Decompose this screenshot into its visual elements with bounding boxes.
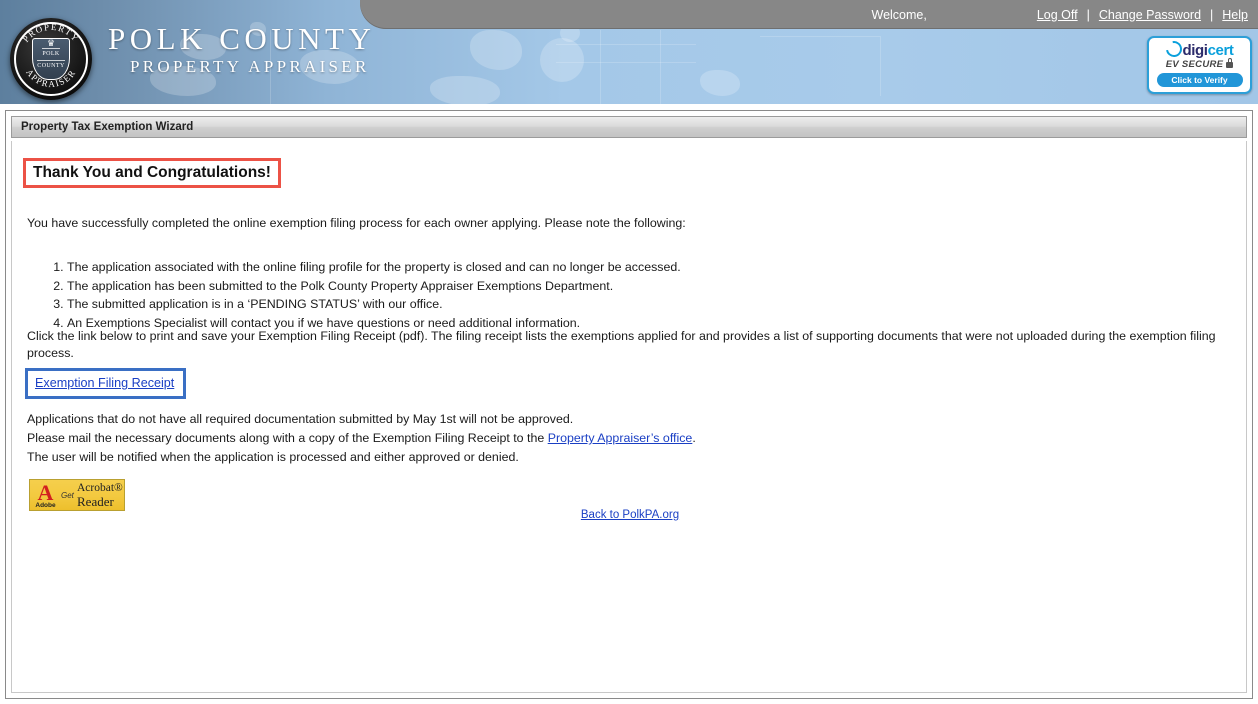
panel-body: Thank You and Congratulations! You have … — [11, 141, 1247, 693]
digicert-logo-prefix: digi — [1182, 42, 1208, 59]
intro-paragraph: You have successfully completed the onli… — [27, 216, 686, 230]
map-watermark-shape — [700, 70, 740, 96]
help-link[interactable]: Help — [1222, 8, 1248, 22]
map-watermark-shape — [430, 76, 500, 104]
link-separator: | — [1086, 7, 1090, 22]
polk-county-seal-logo[interactable]: PROPERTY APPRAISER POLK COUNTY ♛ — [10, 18, 92, 100]
content-panel: Property Tax Exemption Wizard Thank You … — [5, 110, 1253, 699]
closing-line-1: Applications that do not have all requir… — [27, 412, 574, 426]
property-appraiser-office-link[interactable]: Property Appraiser’s office — [548, 431, 693, 445]
digicert-tagline: EV SECURE — [1149, 58, 1250, 71]
map-watermark-shape — [470, 30, 522, 70]
map-watermark-line — [880, 36, 881, 96]
receipt-link-annotation-box: Exemption Filing Receipt — [25, 368, 187, 399]
crown-icon: ♛ — [46, 38, 56, 48]
receipt-instructions-paragraph: Click the link below to print and save y… — [27, 329, 1216, 360]
map-watermark-line — [600, 30, 601, 104]
top-utility-bar: Welcome, Log Off | Change Password | Hel… — [360, 0, 1258, 29]
digicert-logo: digicert — [1149, 37, 1250, 61]
list-item: The application has been submitted to th… — [67, 277, 681, 296]
get-label: Get — [61, 491, 74, 500]
seal-shield-line-1: POLK — [42, 48, 60, 59]
list-item: The application associated with the onli… — [67, 258, 681, 277]
panel-title: Property Tax Exemption Wizard — [11, 116, 1247, 138]
page-title: Thank You and Congratulations! — [33, 164, 271, 181]
list-item: The submitted application is in a ‘PENDI… — [67, 295, 681, 314]
closing-line-3: The user will be notified when the appli… — [27, 450, 519, 464]
heading-annotation-box: Thank You and Congratulations! — [23, 158, 281, 188]
brand-wordmark: POLK COUNTY PROPERTY APPRAISER — [108, 22, 375, 78]
map-watermark-line — [556, 62, 696, 63]
closing-line-2-before: Please mail the necessary documents alon… — [27, 431, 548, 445]
digicert-seal-badge[interactable]: digicert EV SECURE Click to Verify — [1147, 36, 1252, 94]
closing-line-2-after: . — [692, 431, 696, 445]
lock-icon — [1226, 58, 1234, 68]
digicert-swirl-icon — [1162, 37, 1185, 61]
notes-list: The application associated with the onli… — [27, 258, 681, 332]
digicert-logo-suffix: cert — [1207, 42, 1234, 59]
log-off-link[interactable]: Log Off — [1037, 8, 1078, 22]
brand-title: POLK COUNTY — [108, 21, 376, 56]
map-watermark-line — [660, 30, 661, 104]
digicert-tagline-text: EV SECURE — [1165, 59, 1224, 70]
closing-paragraphs: Applications that do not have all requir… — [27, 410, 696, 467]
back-to-polkpa-link[interactable]: Back to PolkPA.org — [581, 509, 679, 521]
back-link-container: Back to PolkPA.org — [12, 505, 1248, 523]
brand-subtitle: PROPERTY APPRAISER — [130, 57, 370, 76]
closing-line-2: Please mail the necessary documents alon… — [27, 429, 696, 448]
click-to-verify-button[interactable]: Click to Verify — [1156, 73, 1243, 87]
map-watermark-line — [760, 36, 880, 37]
seal-shield-line-2: COUNTY — [37, 60, 65, 71]
exemption-filing-receipt-link[interactable]: Exemption Filing Receipt — [35, 376, 174, 390]
link-separator: | — [1210, 7, 1214, 22]
map-watermark-shape — [540, 38, 584, 82]
top-utility-links: Welcome, Log Off | Change Password | Hel… — [872, 0, 1249, 29]
site-header: Welcome, Log Off | Change Password | Hel… — [0, 0, 1258, 104]
map-watermark-line — [556, 44, 696, 45]
welcome-text: Welcome, — [871, 7, 927, 22]
change-password-link[interactable]: Change Password — [1099, 8, 1201, 22]
adobe-a-icon: A — [37, 480, 54, 505]
